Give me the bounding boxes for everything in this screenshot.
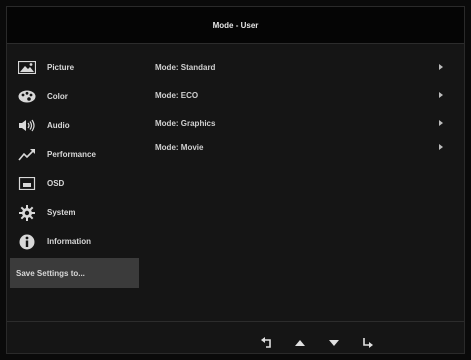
option-mode-movie[interactable]: Mode: Movie [155, 137, 445, 157]
sidebar: Picture Color Audio Performance OSD Syst… [10, 53, 139, 288]
chevron-right-icon [439, 64, 443, 70]
save-settings-label: Save Settings to... [16, 268, 85, 278]
osd-menu: Mode - User Picture Color Audio Performa… [6, 6, 465, 354]
page-title: Mode - User [212, 20, 259, 30]
back-icon[interactable] [259, 336, 273, 350]
option-label: Mode: ECO [155, 90, 199, 100]
mode-options-list: Mode: Standard Mode: ECO Mode: Graphics … [155, 53, 445, 157]
title-divider [7, 43, 464, 44]
enter-icon[interactable] [361, 336, 375, 350]
sidebar-item-performance[interactable]: Performance [10, 140, 139, 169]
gear-icon [18, 204, 36, 221]
chevron-right-icon [439, 120, 443, 126]
osd-icon [18, 177, 36, 191]
up-arrow-icon[interactable] [293, 336, 307, 350]
sidebar-item-picture[interactable]: Picture [10, 53, 139, 82]
sidebar-item-audio[interactable]: Audio [10, 111, 139, 140]
navigation-bar [259, 334, 375, 352]
speaker-icon [18, 119, 36, 133]
option-mode-graphics[interactable]: Mode: Graphics [155, 109, 445, 137]
bottom-divider [7, 321, 464, 322]
sidebar-item-system[interactable]: System [10, 198, 139, 227]
option-mode-eco[interactable]: Mode: ECO [155, 81, 445, 109]
sidebar-item-label: Picture [47, 63, 75, 72]
sidebar-item-label: Performance [47, 150, 96, 159]
sidebar-item-label: Color [47, 92, 68, 101]
chevron-right-icon [439, 144, 443, 150]
sidebar-item-information[interactable]: Information [10, 227, 139, 256]
sidebar-item-label: Audio [47, 121, 70, 130]
option-mode-standard[interactable]: Mode: Standard [155, 53, 445, 81]
option-label: Mode: Movie [155, 142, 204, 152]
down-arrow-icon[interactable] [327, 336, 341, 350]
sidebar-item-color[interactable]: Color [10, 82, 139, 111]
sidebar-item-label: System [47, 208, 76, 217]
option-label: Mode: Graphics [155, 118, 216, 128]
picture-icon [18, 61, 36, 75]
sidebar-item-label: Information [47, 237, 91, 246]
sidebar-item-label: OSD [47, 179, 65, 188]
save-settings-button[interactable]: Save Settings to... [10, 258, 139, 288]
option-label: Mode: Standard [155, 62, 216, 72]
performance-icon [18, 148, 36, 162]
sidebar-item-osd[interactable]: OSD [10, 169, 139, 198]
title-bar: Mode - User [7, 7, 464, 43]
palette-icon [18, 90, 36, 104]
chevron-right-icon [439, 92, 443, 98]
info-icon [18, 234, 36, 249]
